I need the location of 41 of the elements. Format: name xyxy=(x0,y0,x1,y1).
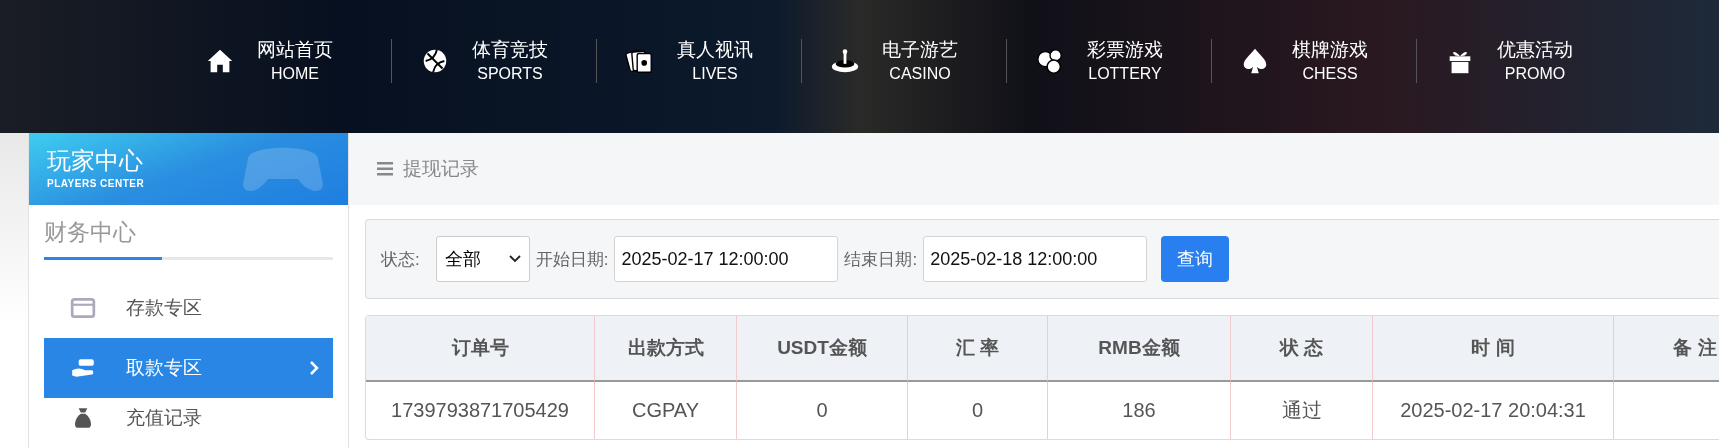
page-title: 提现记录 xyxy=(403,157,479,181)
column-header: RMB金额 xyxy=(1048,316,1231,382)
nav-link[interactable]: 棋牌游戏 CHESS xyxy=(1212,37,1416,85)
table-cell: 0 xyxy=(908,382,1048,439)
table-cell: 通过 xyxy=(1231,382,1373,439)
section-title: 财务中心 xyxy=(44,218,137,247)
table-cell: CGPAY xyxy=(595,382,737,439)
sidebar-item[interactable]: 取款专区 xyxy=(44,338,333,398)
sidebar-item[interactable]: 充值记录 xyxy=(44,398,333,438)
search-button[interactable]: 查询 xyxy=(1161,236,1230,282)
column-header: 汇 率 xyxy=(908,316,1048,382)
table-cell: 2025-02-17 20:04:31 xyxy=(1373,382,1614,439)
status-select[interactable]: 全部 xyxy=(435,236,530,282)
balls-icon xyxy=(1035,46,1065,76)
sidebar-item[interactable]: 存款专区 xyxy=(44,278,333,338)
column-header: 备 注 xyxy=(1614,316,1719,382)
end-date-label: 结束日期: xyxy=(844,248,918,271)
players-center-title: 玩家中心 xyxy=(47,147,144,175)
caret-icon xyxy=(508,255,521,263)
chevron-right-icon xyxy=(309,360,319,376)
nav-link[interactable]: 网站首页 HOME xyxy=(205,37,391,85)
nav-link[interactable]: 彩票游戏 LOTTERY xyxy=(1007,37,1211,85)
end-date-field[interactable]: 2025-02-18 12:00:00 xyxy=(923,236,1148,282)
column-header: 状 态 xyxy=(1231,316,1373,382)
table-cell: 0 xyxy=(737,382,908,439)
column-header: 出款方式 xyxy=(595,316,737,382)
column-header: 时 间 xyxy=(1373,316,1614,382)
table-cell: 1739793871705429 xyxy=(366,382,595,439)
menu-icon xyxy=(377,162,393,176)
card-icon xyxy=(70,295,96,321)
nav-link[interactable]: 体育竞技 SPORTS xyxy=(392,37,596,85)
players-center-subtitle: PLAYERS CENTER xyxy=(47,178,146,189)
start-date-field[interactable]: 2025-02-17 12:00:00 xyxy=(614,236,839,282)
column-header: 订单号 xyxy=(366,316,595,382)
nav-link[interactable]: 电子游艺 CASINO xyxy=(802,37,1006,85)
nav-link[interactable]: 优惠活动 PROMO xyxy=(1417,37,1621,85)
table-cell: 186 xyxy=(1048,382,1231,439)
status-label: 状态: xyxy=(381,248,420,271)
nav-link[interactable]: 真人视讯 LIVES xyxy=(597,37,801,85)
column-header: USDT金额 xyxy=(737,316,908,382)
start-date-label: 开始日期: xyxy=(535,248,609,271)
